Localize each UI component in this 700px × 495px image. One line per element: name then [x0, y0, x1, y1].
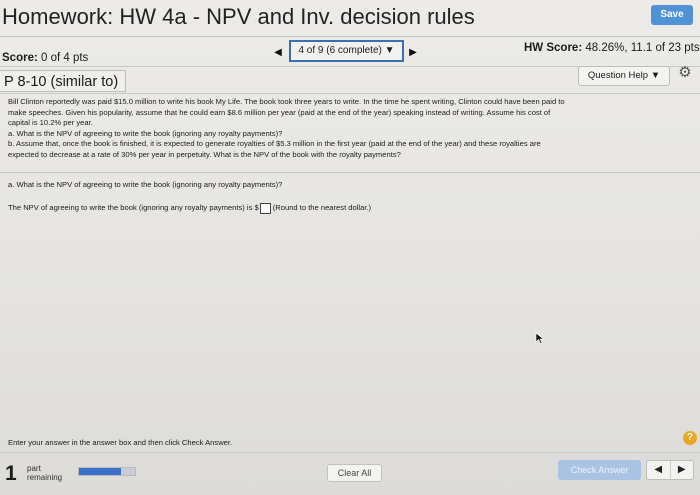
hw-score: HW Score: 48.26%, 11.1 of 23 pts — [524, 42, 700, 54]
mouse-pointer-icon — [535, 332, 545, 344]
problem-line: make speeches. Given his popularity, ass… — [8, 107, 551, 117]
homework-page: Homework: HW 4a - NPV and Inv. decision … — [0, 0, 700, 495]
parts-remaining-line1: part — [27, 464, 41, 473]
save-button[interactable]: Save — [651, 5, 693, 25]
previous-question-button[interactable]: ◀ — [272, 44, 284, 62]
problem-line: a. What is the NPV of agreeing to write … — [8, 128, 283, 138]
next-question-button[interactable]: ▶ — [407, 44, 419, 62]
check-answer-button[interactable]: Check Answer — [558, 460, 641, 480]
parts-remaining-label: part remaining — [27, 464, 62, 482]
answer-line: The NPV of agreeing to write the book (i… — [8, 202, 371, 214]
previous-part-button[interactable]: ◀ — [647, 461, 670, 479]
chevron-down-icon: ▼ — [384, 45, 395, 56]
hw-score-label: HW Score: — [524, 42, 583, 54]
problem-line: Bill Clinton reportedly was paid $15.0 m… — [8, 97, 565, 106]
part-a-question: a. What is the NPV of agreeing to write … — [8, 180, 283, 189]
hw-score-value: 48.26%, 11.1 of 23 pts — [585, 42, 700, 54]
gear-icon[interactable]: ⚙ — [677, 65, 693, 81]
problem-line: expected to decrease at a rate of 30% pe… — [8, 149, 401, 159]
problem-line: b. Assume that, once the book is finishe… — [8, 139, 541, 148]
question-selector-label: 4 of 9 (6 complete) — [298, 45, 382, 56]
problem-label: P 8-10 (similar to) — [0, 70, 126, 92]
score-label: Score: — [2, 52, 38, 64]
page-title: Homework: HW 4a - NPV and Inv. decision … — [2, 4, 475, 29]
question-selector[interactable]: 4 of 9 (6 complete) ▼ — [289, 40, 404, 62]
parts-remaining-line2: remaining — [27, 473, 63, 482]
clear-all-button[interactable]: Clear All — [327, 464, 382, 482]
score: Score: 0 of 4 pts — [2, 52, 88, 64]
problem-line: capital is 10.2% per year. — [8, 118, 93, 127]
problem-statement: Bill Clinton reportedly was paid $15.0 m… — [8, 97, 692, 160]
answer-suffix: (Round to the nearest dollar.) — [272, 203, 372, 212]
answer-prefix: The NPV of agreeing to write the book (i… — [8, 203, 259, 212]
progress-fill — [79, 468, 121, 475]
next-part-button[interactable]: ▶ — [669, 461, 694, 479]
part-pager: ◀ ▶ — [646, 460, 694, 480]
parts-remaining-count: 1 — [5, 462, 17, 485]
help-icon[interactable]: ? — [683, 431, 697, 445]
divider — [0, 172, 700, 173]
progress-bar — [78, 467, 136, 476]
score-value: 0 of 4 pts — [41, 52, 89, 64]
chevron-down-icon: ▼ — [650, 70, 661, 81]
answer-input[interactable] — [259, 202, 271, 214]
question-help-button[interactable]: Question Help ▼ — [578, 66, 670, 86]
question-help-label: Question Help — [587, 70, 649, 81]
instruction-text: Enter your answer in the answer box and … — [8, 438, 233, 447]
